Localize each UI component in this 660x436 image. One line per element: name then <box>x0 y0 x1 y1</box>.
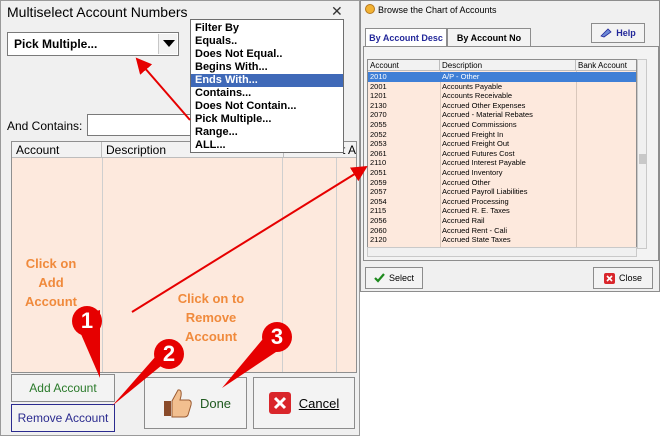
add-account-note: Click on Add Account <box>16 254 86 311</box>
note-line: Click on to <box>177 291 245 306</box>
note-line: Account <box>25 294 77 309</box>
note-line: Remove <box>185 310 237 325</box>
callout-1: 1 <box>72 306 102 336</box>
note-line: Add <box>38 275 64 290</box>
remove-account-note: Click on to Remove Account <box>166 289 256 346</box>
note-line: Click on <box>25 256 77 271</box>
callout-2: 2 <box>154 339 184 369</box>
callout-3: 3 <box>262 322 292 352</box>
arrow-to-combo <box>135 57 191 121</box>
annotation-arrows <box>74 57 368 406</box>
